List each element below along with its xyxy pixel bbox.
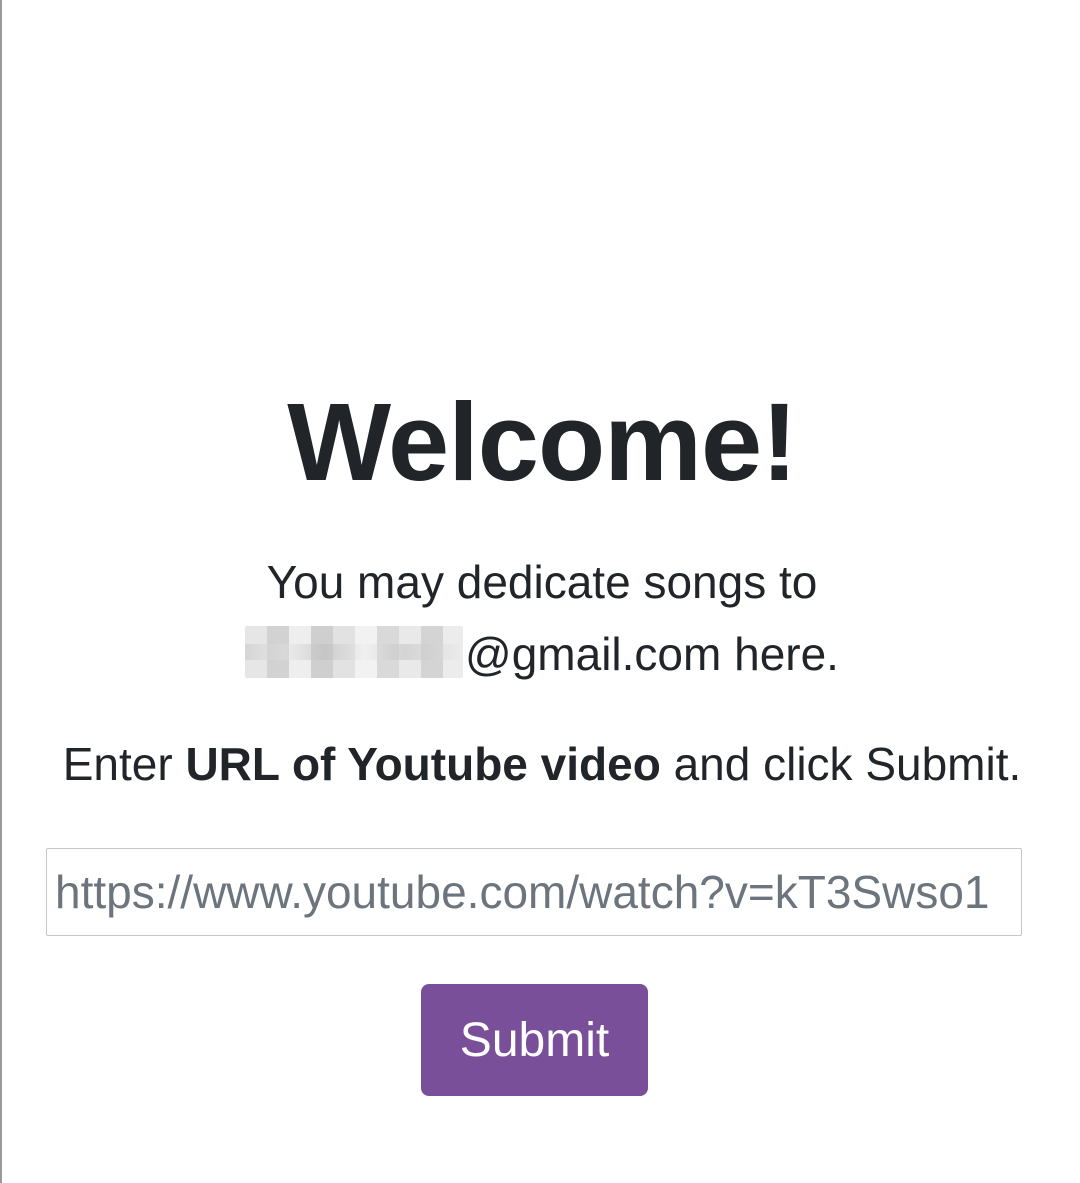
redacted-email-local-part xyxy=(245,625,464,678)
instruction-suffix: and click Submit. xyxy=(660,738,1022,790)
page: Welcome! You may dedicate songs to @gmai… xyxy=(0,0,1080,1183)
instruction-text: Enter URL of Youtube video and click Sub… xyxy=(2,734,1080,794)
sound-wave-icon xyxy=(200,90,869,293)
email-suffix: @gmail.com here. xyxy=(465,628,839,680)
instruction-prefix: Enter xyxy=(62,738,186,790)
instruction-bold: URL of Youtube video xyxy=(185,738,661,790)
youtube-url-input[interactable] xyxy=(46,848,1022,936)
submit-button[interactable]: Submit xyxy=(421,984,648,1096)
intro-line-2: @gmail.com here. xyxy=(2,618,1080,690)
page-title: Welcome! xyxy=(287,381,798,504)
intro-text: You may dedicate songs to @gmail.com her… xyxy=(2,546,1080,690)
intro-line-1: You may dedicate songs to xyxy=(266,556,818,608)
